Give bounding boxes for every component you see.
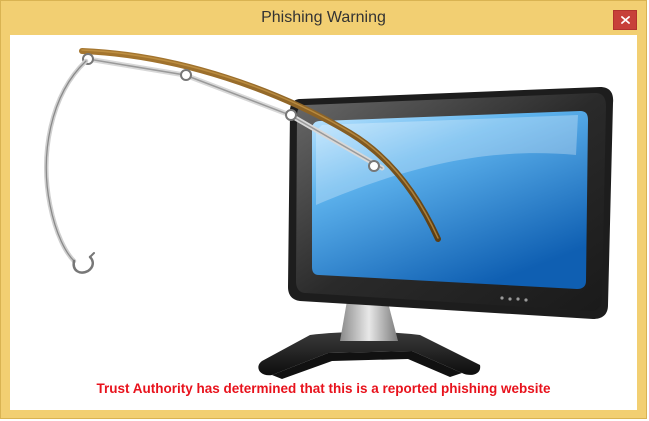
hook-icon bbox=[72, 252, 95, 274]
window-title: Phishing Warning bbox=[261, 9, 386, 26]
close-button[interactable] bbox=[613, 10, 637, 30]
close-icon bbox=[621, 16, 630, 24]
content-area: Trust Authority has determined that this… bbox=[10, 35, 637, 410]
phishing-warning-window: Phishing Warning Trust Authority has det… bbox=[0, 0, 647, 419]
title-bar[interactable]: Phishing Warning bbox=[1, 1, 646, 35]
phishing-illustration bbox=[44, 48, 614, 379]
phishing-warning-message: Trust Authority has determined that this… bbox=[96, 381, 551, 396]
